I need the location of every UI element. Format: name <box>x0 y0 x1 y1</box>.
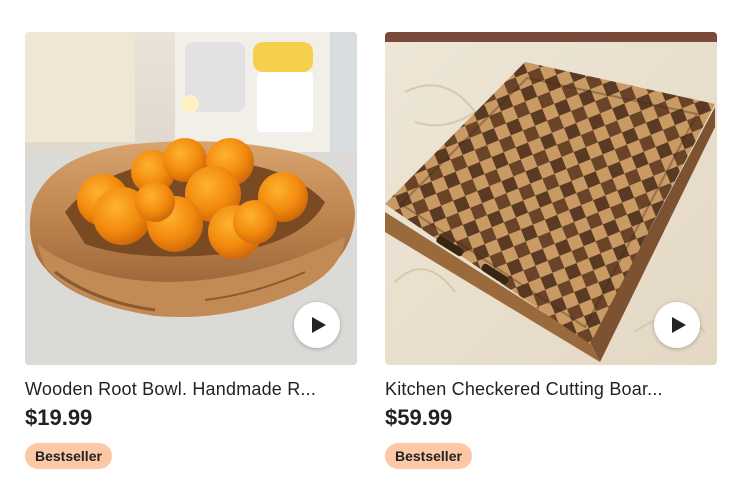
play-video-button[interactable] <box>294 302 340 348</box>
bestseller-badge: Bestseller <box>385 443 472 469</box>
listing-price: $19.99 <box>25 405 93 430</box>
listing-image[interactable] <box>25 32 357 365</box>
play-video-button[interactable] <box>654 302 700 348</box>
listing-title[interactable]: Kitchen Checkered Cutting Boar... <box>385 378 717 400</box>
listing-card[interactable]: Kitchen Checkered Cutting Boar... $59.99… <box>385 32 717 469</box>
play-icon <box>671 317 686 333</box>
bestseller-badge: Bestseller <box>25 443 112 469</box>
play-icon <box>311 317 326 333</box>
listing-title[interactable]: Wooden Root Bowl. Handmade R... <box>25 378 357 400</box>
listing-image[interactable] <box>385 32 717 365</box>
listing-price: $59.99 <box>385 405 453 430</box>
listing-card[interactable]: Wooden Root Bowl. Handmade R... $19.99 B… <box>25 32 357 469</box>
